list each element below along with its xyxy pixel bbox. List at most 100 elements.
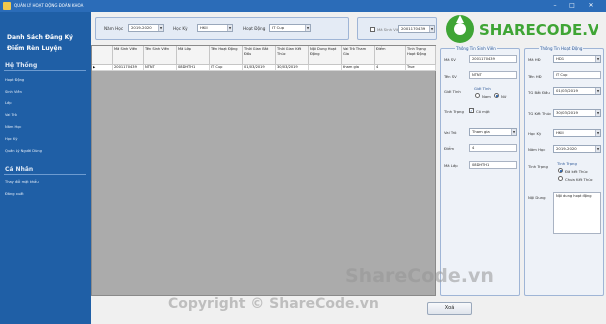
gender-female-label: Nữ bbox=[501, 94, 507, 99]
student-id-filter-panel: Mã Sinh Viên 2001170439 ▼ bbox=[357, 17, 437, 40]
table-cell[interactable]: True bbox=[406, 65, 436, 71]
semester-value: HKII bbox=[200, 25, 208, 30]
semester-select[interactable]: HKII ▼ bbox=[197, 24, 233, 32]
sidebar-item-activities[interactable]: Hoạt Động bbox=[5, 78, 24, 82]
role-label: Vai Trò bbox=[444, 130, 457, 135]
activity-label: Hoạt Động bbox=[243, 26, 266, 31]
sidebar-item-semesters[interactable]: Học Kỳ bbox=[5, 137, 18, 141]
app-icon bbox=[3, 2, 11, 10]
activity-name-label: Tên HĐ bbox=[528, 74, 542, 79]
activity-content-field[interactable]: Nội dung hoạt động bbox=[553, 192, 601, 234]
table-cell[interactable]: 2001170439 bbox=[113, 65, 144, 71]
sharecode-logo: SHARECODE.VN bbox=[446, 15, 598, 43]
logo-text: SHARECODE.VN bbox=[479, 21, 598, 39]
student-name-field[interactable]: NTNT bbox=[469, 71, 517, 79]
sidebar-item-students[interactable]: Sinh Viên bbox=[5, 90, 22, 94]
status-unfinished-radio[interactable] bbox=[558, 176, 563, 181]
table-cell[interactable]: 30/03/2019 bbox=[276, 65, 309, 71]
calendar-icon: ▼ bbox=[595, 110, 600, 116]
activity-name-field[interactable]: IT Cup bbox=[553, 71, 601, 79]
activity-school-year-select[interactable]: 2019-2020 ▼ bbox=[553, 145, 601, 153]
status-finished-label: Đã kết Thúc bbox=[565, 169, 588, 174]
calendar-icon: ▼ bbox=[595, 88, 600, 94]
sidebar-divider bbox=[4, 174, 86, 175]
gender-female-radio[interactable] bbox=[494, 93, 499, 98]
delete-button[interactable]: Xoá bbox=[427, 302, 472, 315]
column-header[interactable]: Mã Sinh Viên bbox=[113, 46, 144, 65]
start-time-picker[interactable]: 01/03/2019 ▼ bbox=[553, 87, 601, 95]
sidebar-section-personal: Cá Nhân bbox=[5, 166, 34, 173]
table-cell[interactable]: NTNT bbox=[144, 65, 177, 71]
points-field[interactable]: 4 bbox=[469, 144, 517, 152]
column-header[interactable]: Thời Gian Bắt Đầu bbox=[243, 46, 276, 65]
gender-male-label: Nam bbox=[482, 94, 491, 99]
class-id-field[interactable]: 08DHTH1 bbox=[469, 161, 517, 169]
chevron-down-icon: ▼ bbox=[429, 26, 434, 32]
table-cell[interactable] bbox=[309, 65, 342, 71]
school-year-select[interactable]: 2019-2020 ▼ bbox=[128, 24, 164, 32]
filter-panel: Năm Học 2019-2020 ▼ Học Kỳ HKII ▼ Hoạt Đ… bbox=[95, 17, 349, 40]
activity-value: IT Cup bbox=[272, 25, 285, 30]
registration-grid[interactable]: Mã Sinh Viên Tên Sinh Viên Mã Lớp Tên Ho… bbox=[91, 45, 436, 296]
sidebar-item-roles[interactable]: Vai Trò bbox=[5, 113, 17, 117]
chevron-down-icon: ▼ bbox=[595, 56, 600, 62]
end-time-label: TG Kết Thúc bbox=[528, 111, 552, 116]
student-id-label: Mã SV bbox=[444, 57, 456, 62]
sidebar-item-logout[interactable]: Đăng xuất bbox=[5, 192, 24, 196]
column-header[interactable]: Điểm bbox=[375, 46, 406, 65]
student-id-filter-value: 2001170439 bbox=[401, 26, 426, 31]
points-label: Điểm bbox=[444, 146, 455, 151]
sidebar-item-school-years[interactable]: Năm Học bbox=[5, 125, 21, 129]
row-selector[interactable]: ▶ bbox=[92, 65, 113, 71]
chevron-down-icon: ▼ bbox=[227, 25, 232, 31]
chevron-down-icon: ▼ bbox=[595, 146, 600, 152]
table-cell[interactable]: 01/03/2019 bbox=[243, 65, 276, 71]
sidebar-section-system: Hệ Thống bbox=[5, 62, 38, 69]
activity-status-label: Tình Trạng bbox=[528, 164, 548, 169]
class-id-label: Mã Lớp bbox=[444, 163, 458, 168]
attendance-checkbox[interactable]: ✓ bbox=[469, 108, 474, 113]
sidebar-item-change-password[interactable]: Thay đổi mật khẩu bbox=[5, 180, 39, 184]
end-time-picker[interactable]: 30/03/2019 ▼ bbox=[553, 109, 601, 117]
student-name-label: Tên SV bbox=[444, 74, 457, 79]
activity-semester-select[interactable]: HKII ▼ bbox=[553, 129, 601, 137]
chevron-down-icon: ▼ bbox=[305, 25, 310, 31]
status-finished-radio[interactable] bbox=[558, 168, 563, 173]
table-cell[interactable]: IT Cup bbox=[210, 65, 243, 71]
sidebar-heading-registration[interactable]: Danh Sách Đăng Ký bbox=[7, 34, 73, 41]
activity-semester-label: Học Kỳ bbox=[528, 131, 542, 136]
column-header[interactable]: Tên Hoạt Động bbox=[210, 46, 243, 65]
column-header[interactable]: Vai Trò Tham Gia bbox=[342, 46, 375, 65]
watermark-center: ShareCode.vn bbox=[345, 265, 494, 287]
activity-id-value: HD1 bbox=[556, 56, 565, 61]
activity-info-panel: Thông Tin Hoạt Động Mã HĐ HD1 ▼ Tên HĐ I… bbox=[524, 46, 604, 296]
student-id-field[interactable]: 2001170439 bbox=[469, 55, 517, 63]
activity-id-label: Mã HĐ bbox=[528, 57, 541, 62]
sidebar-item-classes[interactable]: Lớp bbox=[5, 101, 11, 105]
sidebar-item-user-management[interactable]: Quản Lý Người Dùng bbox=[5, 149, 42, 153]
activity-status-group-title: Tình Trạng bbox=[557, 161, 577, 166]
school-year-label: Năm Học bbox=[104, 26, 124, 31]
student-id-checkbox[interactable] bbox=[370, 27, 375, 32]
activity-school-year-value: 2019-2020 bbox=[556, 146, 577, 151]
table-cell[interactable]: 08DHTH1 bbox=[177, 65, 210, 71]
activity-semester-value: HKII bbox=[556, 130, 564, 135]
column-header[interactable]: Nội Dung Hoạt Động bbox=[309, 46, 342, 65]
student-id-filter-select[interactable]: 2001170439 ▼ bbox=[398, 25, 435, 33]
role-select[interactable]: Tham gia ▼ bbox=[469, 128, 517, 136]
watermark-copyright: Copyright © ShareCode.vn bbox=[168, 296, 379, 312]
column-header[interactable]: Tên Sinh Viên bbox=[144, 46, 177, 65]
column-header[interactable]: Tình Trạng Hoạt Động bbox=[406, 46, 436, 65]
row-header-corner bbox=[92, 46, 113, 65]
activity-select[interactable]: IT Cup ▼ bbox=[269, 24, 311, 32]
school-year-value: 2019-2020 bbox=[131, 25, 152, 30]
sidebar-heading-training-points[interactable]: Điểm Rèn Luyện bbox=[7, 45, 62, 52]
column-header[interactable]: Mã Lớp bbox=[177, 46, 210, 65]
table-cell[interactable]: 4 bbox=[375, 65, 406, 71]
sidebar: Danh Sách Đăng Ký Điểm Rèn Luyện Hệ Thốn… bbox=[0, 12, 91, 324]
table-cell[interactable]: tham gia bbox=[342, 65, 375, 71]
column-header[interactable]: Thời Gian Kết Thúc bbox=[276, 46, 309, 65]
activity-id-select[interactable]: HD1 ▼ bbox=[553, 55, 601, 63]
gender-male-radio[interactable] bbox=[475, 93, 480, 98]
logo-inner bbox=[454, 23, 466, 35]
